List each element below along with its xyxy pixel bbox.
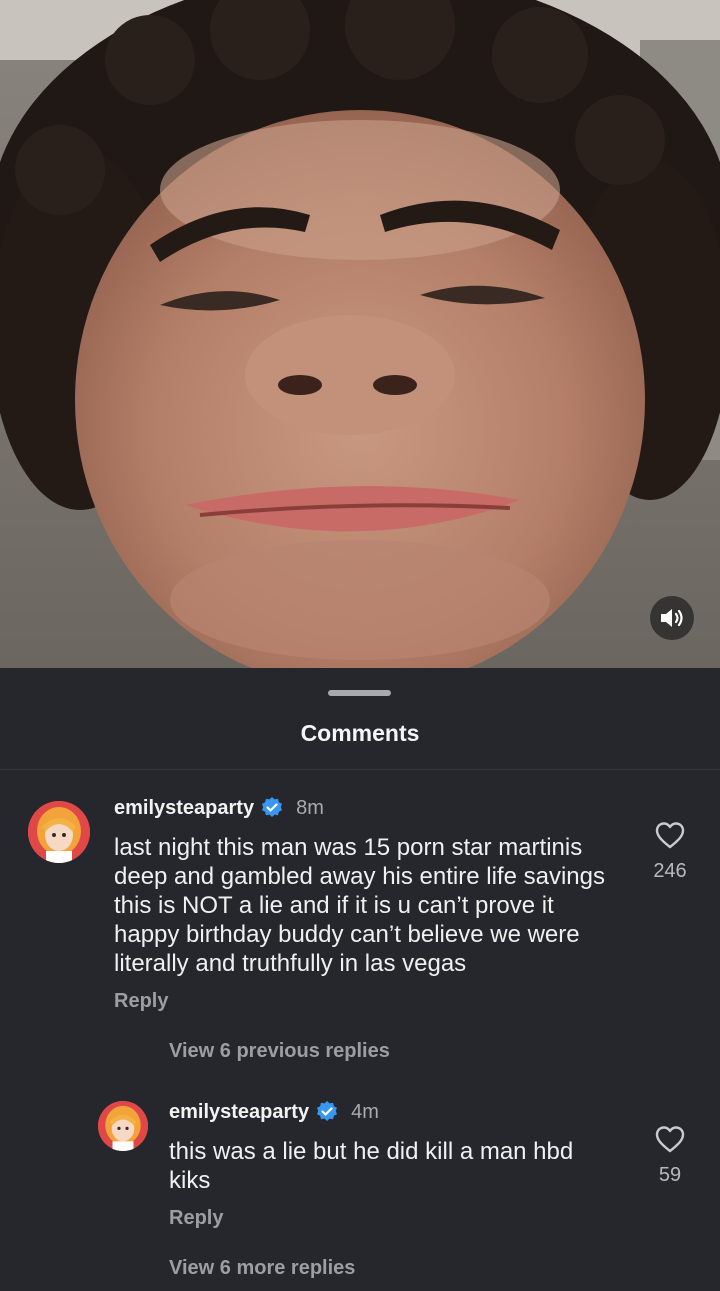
heart-icon[interactable] — [655, 1126, 685, 1157]
comments-sheet: Comments emilysteaparty 8m last night th… — [0, 668, 720, 1291]
like-count: 59 — [658, 1164, 682, 1186]
reply-button[interactable]: Reply — [169, 1207, 223, 1230]
avatar-illustration — [28, 801, 90, 863]
heart-icon[interactable] — [655, 822, 685, 853]
view-more-replies-button[interactable]: View 6 more replies — [169, 1257, 355, 1280]
reply-button[interactable]: Reply — [114, 990, 168, 1013]
avatar[interactable] — [98, 1101, 148, 1151]
view-previous-replies-button[interactable]: View 6 previous replies — [169, 1040, 390, 1063]
verified-badge-icon — [315, 1100, 339, 1124]
video-frame — [0, 0, 720, 668]
sheet-title: Comments — [300, 720, 420, 746]
comment-header: emilysteaparty 8m — [114, 796, 324, 820]
username[interactable]: emilysteaparty — [169, 1101, 309, 1124]
verified-badge-icon — [260, 796, 284, 820]
comment-text: this was a lie but he did kill a man hbd… — [169, 1138, 574, 1194]
comment-text: last night this man was 15 porn star mar… — [114, 834, 605, 977]
like-control: 59 — [640, 1125, 700, 1187]
username[interactable]: emilysteaparty — [114, 797, 254, 820]
video-player[interactable] — [0, 0, 720, 668]
comment-header: emilysteaparty 4m — [169, 1100, 379, 1124]
avatar[interactable] — [28, 801, 90, 863]
avatar-illustration — [98, 1101, 148, 1151]
speaker-icon — [659, 607, 685, 629]
comment-timestamp: 8m — [296, 796, 324, 819]
like-control: 246 — [640, 821, 700, 883]
divider — [0, 769, 720, 770]
comment-timestamp: 4m — [351, 1100, 379, 1123]
mute-toggle-button[interactable] — [650, 596, 694, 640]
sheet-drag-handle[interactable] — [328, 690, 391, 696]
like-count: 246 — [653, 860, 687, 882]
